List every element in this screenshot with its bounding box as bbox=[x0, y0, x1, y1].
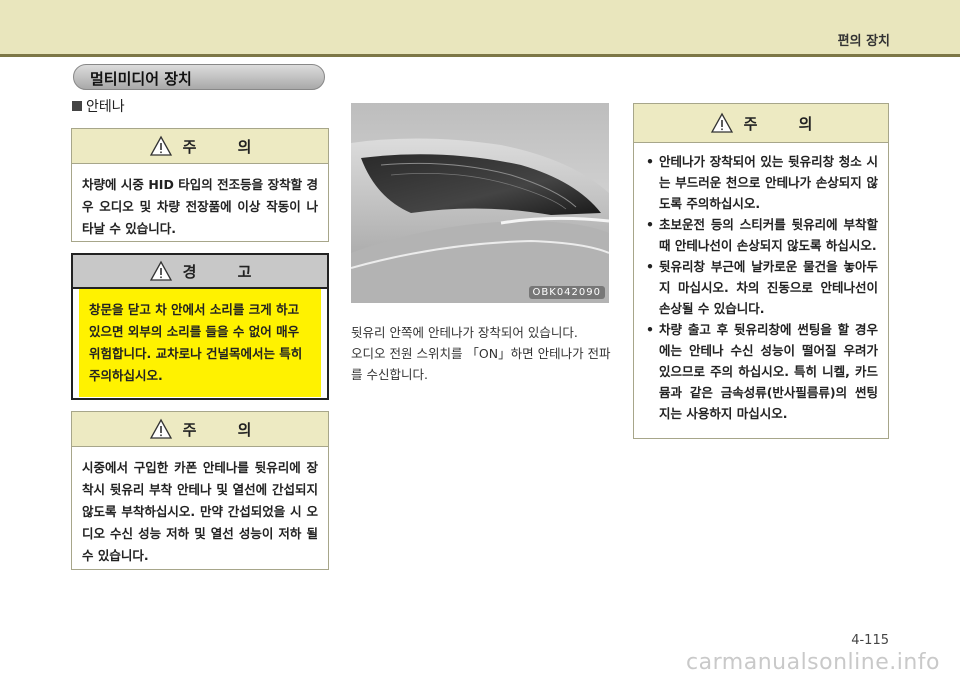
warning-box-sound: 경 고 창문을 닫고 차 안에서 소리를 크게 하고 있으면 외부의 소리를 들… bbox=[71, 253, 329, 400]
caution-item-tinting: 차량 출고 후 뒷유리창에 썬팅을 할 경우에는 안테나 수신 성능이 떨어질 … bbox=[644, 319, 878, 424]
car-rear-window-illustration bbox=[351, 103, 609, 303]
caution-list: 안테나가 장착되어 있는 뒷유리창 청소 시는 부드러운 천으로 안테나가 손상… bbox=[644, 151, 878, 424]
caution-label: 주 의 bbox=[743, 114, 831, 133]
site-watermark: carmanualsonline.info bbox=[686, 650, 940, 675]
subsection-title: 안테나 bbox=[86, 99, 125, 115]
warning-triangle-icon bbox=[149, 418, 172, 439]
figure-caption: 뒷유리 안쪽에 안테나가 장착되어 있습니다. 오디오 전원 스위치를 「ON」… bbox=[351, 322, 613, 385]
warning-triangle-icon bbox=[149, 260, 172, 281]
page-number: 4-115 bbox=[851, 633, 889, 648]
caution-header: 주 의 bbox=[72, 412, 328, 447]
caution-item-sharp-objects: 뒷유리창 부근에 날카로운 물건을 놓아두지 마십시오. 차의 진동으로 안테나… bbox=[644, 256, 878, 319]
square-bullet-icon bbox=[72, 101, 82, 111]
caution-box-rear-window: 주 의 안테나가 장착되어 있는 뒷유리창 청소 시는 부드러운 천으로 안테나… bbox=[633, 103, 889, 439]
caution-list-body: 안테나가 장착되어 있는 뒷유리창 청소 시는 부드러운 천으로 안테나가 손상… bbox=[634, 143, 888, 432]
caution-text: 시중에서 구입한 카폰 안테나를 뒷유리에 장착시 뒷유리 부착 안테나 및 열… bbox=[82, 460, 318, 563]
caution-label: 주 의 bbox=[182, 137, 270, 156]
section-title-pill: 멀티미디어 장치 bbox=[73, 64, 325, 90]
caption-line-2: 오디오 전원 스위치를 「ON」하면 안테나가 전파를 수신합니다. bbox=[351, 346, 611, 382]
caution-text: 차량에 시중 HID 타입의 전조등을 장착할 경우 오디오 및 차량 전장품에… bbox=[82, 177, 318, 236]
warning-triangle-icon bbox=[710, 112, 733, 133]
rear-window-photo: OBK042090 bbox=[351, 103, 609, 303]
caution-header: 주 의 bbox=[634, 104, 888, 143]
subsection-heading: 안테나 bbox=[72, 96, 125, 116]
caution-box-hid: 주 의 차량에 시중 HID 타입의 전조등을 장착할 경우 오디오 및 차량 … bbox=[71, 128, 329, 242]
warning-text: 창문을 닫고 차 안에서 소리를 크게 하고 있으면 외부의 소리를 들을 수 … bbox=[79, 289, 321, 397]
header-rule bbox=[0, 54, 960, 57]
warning-header: 경 고 bbox=[73, 255, 327, 289]
figure-code: OBK042090 bbox=[528, 286, 605, 299]
caution-item-sticker: 초보운전 등의 스티커를 뒷유리에 부착할 때 안테나선이 손상되지 않도록 하… bbox=[644, 214, 878, 256]
warning-triangle-icon bbox=[149, 135, 172, 156]
header-band bbox=[0, 0, 960, 54]
caution-label: 주 의 bbox=[182, 420, 270, 439]
caution-item-cleaning: 안테나가 장착되어 있는 뒷유리창 청소 시는 부드러운 천으로 안테나가 손상… bbox=[644, 151, 878, 214]
chapter-title: 편의 장치 bbox=[837, 34, 890, 49]
caution-box-carphone: 주 의 시중에서 구입한 카폰 안테나를 뒷유리에 장착시 뒷유리 부착 안테나… bbox=[71, 411, 329, 570]
warning-label: 경 고 bbox=[182, 262, 270, 281]
caution-header: 주 의 bbox=[72, 129, 328, 164]
caption-line-1: 뒷유리 안쪽에 안테나가 장착되어 있습니다. bbox=[351, 325, 578, 340]
section-title: 멀티미디어 장치 bbox=[90, 70, 192, 88]
